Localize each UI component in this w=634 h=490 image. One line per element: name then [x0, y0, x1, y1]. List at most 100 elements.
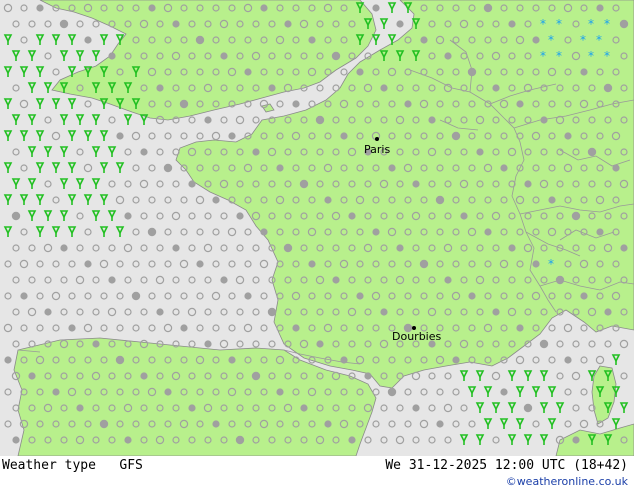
cloud-symbol	[603, 83, 613, 93]
cloud-symbol	[532, 36, 540, 44]
snow-symbol: *	[548, 257, 554, 271]
cloud-symbol	[452, 356, 460, 364]
cloud-symbol	[252, 148, 260, 156]
cloud-symbol	[204, 340, 212, 348]
cloud-symbol	[163, 163, 173, 173]
cloud-symbol	[388, 164, 396, 172]
cloud-symbol	[220, 276, 228, 284]
cloud-symbol	[348, 212, 356, 220]
cloud-symbol	[492, 84, 500, 92]
cloud-symbol	[204, 116, 212, 124]
cloud-symbol	[260, 4, 268, 12]
cloud-symbol	[36, 4, 44, 12]
cloud-symbol	[172, 244, 180, 252]
cloud-symbol	[387, 387, 397, 397]
cloud-symbol	[596, 4, 604, 12]
cloud-symbol	[620, 244, 628, 252]
cloud-symbol	[124, 212, 132, 220]
cloud-symbol	[236, 212, 244, 220]
cloud-symbol	[283, 243, 293, 253]
cloud-symbol	[268, 84, 276, 92]
cloud-symbol	[612, 164, 620, 172]
map-canvas: * * * ** * ** * * ** Paris Dourbies	[0, 0, 634, 456]
cloud-symbol	[572, 436, 580, 444]
cloud-symbol	[548, 196, 556, 204]
cloud-symbol	[251, 371, 261, 381]
snow-symbol: *	[540, 49, 546, 63]
cloud-symbol	[4, 356, 12, 364]
model-name: GFS	[119, 458, 143, 473]
snow-symbol: *	[604, 17, 610, 31]
cloud-symbol	[228, 132, 236, 140]
cloud-symbol	[532, 260, 540, 268]
cloud-symbol	[299, 179, 309, 189]
snow-symbol: *	[604, 49, 610, 63]
cloud-symbol	[115, 355, 125, 365]
cloud-symbol	[84, 36, 92, 44]
cloud-symbol	[483, 3, 493, 13]
cloud-symbol	[180, 324, 188, 332]
cloud-symbol	[420, 36, 428, 44]
cloud-symbol	[212, 196, 220, 204]
cloud-symbol	[500, 164, 508, 172]
cloud-symbol	[332, 276, 340, 284]
cloud-symbol	[596, 228, 604, 236]
snow-symbol: *	[556, 49, 562, 63]
cloud-symbol	[292, 324, 300, 332]
cloud-symbol	[235, 435, 245, 445]
cloud-symbol	[555, 275, 565, 285]
credit-link[interactable]: ©weatheronline.co.uk	[506, 475, 628, 488]
cloud-symbol	[92, 340, 100, 348]
cloud-symbol	[428, 116, 436, 124]
cloud-symbol	[195, 35, 205, 45]
cloud-symbol	[99, 419, 109, 429]
cloud-symbol	[372, 228, 380, 236]
cloud-symbol	[12, 436, 20, 444]
cloud-symbol	[11, 211, 21, 221]
cloud-symbol	[419, 259, 429, 269]
map-footer: Weather type GFS We 31-12-2025 12:00 UTC…	[0, 456, 634, 490]
cloud-symbol	[324, 196, 332, 204]
cloud-symbol	[131, 291, 141, 301]
valid-time: We 31-12-2025 12:00 UTC (18+42)	[385, 458, 628, 473]
cloud-symbol	[316, 340, 324, 348]
cloud-symbol	[340, 132, 348, 140]
cloud-symbol	[108, 52, 116, 60]
cloud-symbol	[580, 68, 588, 76]
snow-symbol: *	[548, 33, 554, 47]
cloud-symbol	[76, 404, 84, 412]
cloud-symbol	[196, 260, 204, 268]
snow-symbol: *	[556, 17, 562, 31]
cloud-symbol	[284, 20, 292, 28]
cloud-symbol	[68, 324, 76, 332]
snow-symbol: *	[540, 17, 546, 31]
cloud-symbol	[140, 372, 148, 380]
cloud-symbol	[179, 99, 189, 109]
cloud-symbol	[60, 244, 68, 252]
footer-title: Weather type GFS	[2, 458, 143, 473]
cloud-symbol	[244, 68, 252, 76]
cloud-symbol	[315, 115, 325, 125]
weather-map: * * * * * * * * * * * * Paris Dourbies	[0, 0, 634, 456]
cloud-symbol	[84, 260, 92, 268]
cloud-symbol	[260, 228, 268, 236]
cloud-symbol	[292, 100, 300, 108]
cloud-symbol	[372, 4, 380, 12]
cloud-symbol	[467, 67, 477, 77]
cloud-symbol	[356, 292, 364, 300]
cloud-symbol	[516, 324, 524, 332]
cloud-symbol	[396, 244, 404, 252]
cloud-symbol	[188, 404, 196, 412]
snow-symbol: *	[580, 33, 586, 47]
snow-symbol: *	[588, 49, 594, 63]
cloud-symbol	[587, 147, 597, 157]
cloud-symbol	[508, 20, 516, 28]
cloud-symbol	[444, 276, 452, 284]
cloud-symbol	[380, 308, 388, 316]
cloud-symbol	[604, 308, 612, 316]
cloud-symbol	[220, 52, 228, 60]
cloud-symbol	[156, 308, 164, 316]
cloud-symbol	[156, 84, 164, 92]
cloud-symbol	[460, 212, 468, 220]
city-label-dourbies: Dourbies	[392, 330, 442, 343]
